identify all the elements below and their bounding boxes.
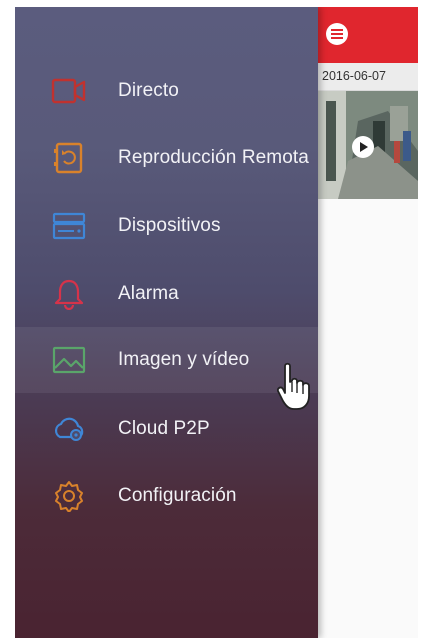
video-thumbnail[interactable] <box>318 91 418 199</box>
app-screen: 2016-06-07 Directo Reproducción Remota D… <box>15 7 418 638</box>
date-header: 2016-06-07 <box>318 63 418 91</box>
hand-pointer-icon <box>277 362 310 410</box>
image-icon <box>51 342 87 378</box>
cloud-icon <box>51 411 87 447</box>
menu-item-configuracion[interactable]: Configuración <box>15 463 318 529</box>
menu-icon <box>331 29 343 39</box>
top-bar <box>318 7 418 63</box>
play-button[interactable] <box>352 136 374 158</box>
date-label: 2016-06-07 <box>322 69 386 83</box>
menu-item-reproduccion-remota[interactable]: Reproducción Remota <box>15 125 318 191</box>
menu-item-directo[interactable]: Directo <box>15 58 318 124</box>
menu-label: Dispositivos <box>118 215 221 236</box>
gear-icon <box>51 478 87 514</box>
devices-icon <box>51 208 87 244</box>
menu-item-cloud-p2p[interactable]: Cloud P2P <box>15 396 318 462</box>
menu-label: Configuración <box>118 485 237 506</box>
menu-label: Cloud P2P <box>118 418 210 439</box>
menu-label: Reproducción Remota <box>118 147 309 168</box>
menu-item-dispositivos[interactable]: Dispositivos <box>15 193 318 259</box>
live-camera-icon <box>51 73 87 109</box>
gallery-empty-area <box>318 199 418 638</box>
remote-playback-icon <box>51 140 87 176</box>
play-icon <box>360 142 368 152</box>
menu-item-imagen-y-video[interactable]: Imagen y vídeo <box>15 327 318 393</box>
menu-item-alarma[interactable]: Alarma <box>15 261 318 327</box>
menu-label: Alarma <box>118 283 179 304</box>
menu-label: Imagen y vídeo <box>118 349 250 370</box>
navigation-drawer: Directo Reproducción Remota Dispositivos… <box>15 7 318 638</box>
menu-button[interactable] <box>326 23 348 45</box>
bell-icon <box>51 276 87 312</box>
menu-label: Directo <box>118 80 179 101</box>
